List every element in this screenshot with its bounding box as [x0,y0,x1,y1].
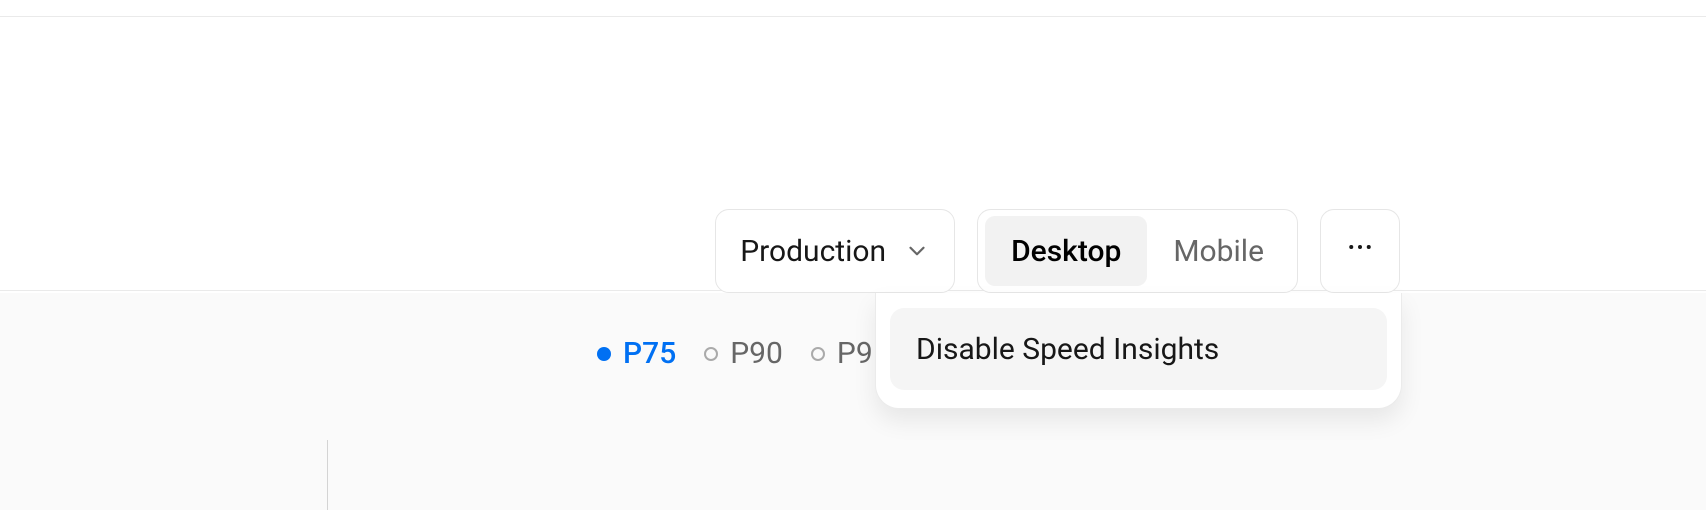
more-icon [1345,232,1375,270]
dot-icon [704,347,718,361]
chevron-down-icon [904,238,930,264]
toolbar-controls: Production Desktop Mobile [715,209,1400,293]
device-option-mobile[interactable]: Mobile [1147,216,1290,286]
device-option-label: Desktop [1011,234,1121,269]
percentile-option-p75[interactable]: P75 [597,336,676,371]
axis-tick [327,440,328,510]
menu-item-disable-speed-insights[interactable]: Disable Speed Insights [890,308,1387,390]
device-option-desktop[interactable]: Desktop [985,216,1147,286]
dot-icon [597,347,611,361]
device-toggle: Desktop Mobile [977,209,1298,293]
percentile-label: P90 [730,336,783,371]
dot-icon [811,347,825,361]
environment-select[interactable]: Production [715,209,955,293]
more-menu: Disable Speed Insights [875,293,1402,409]
percentile-selector: P75 P90 P95 [597,336,887,371]
environment-selected-label: Production [740,234,886,269]
content-area [0,293,1706,510]
more-button[interactable] [1320,209,1400,293]
toolbar-area: Production Desktop Mobile [0,17,1706,291]
percentile-label: P75 [623,336,676,371]
device-option-label: Mobile [1173,234,1264,269]
menu-item-label: Disable Speed Insights [916,332,1219,367]
percentile-option-p90[interactable]: P90 [704,336,783,371]
